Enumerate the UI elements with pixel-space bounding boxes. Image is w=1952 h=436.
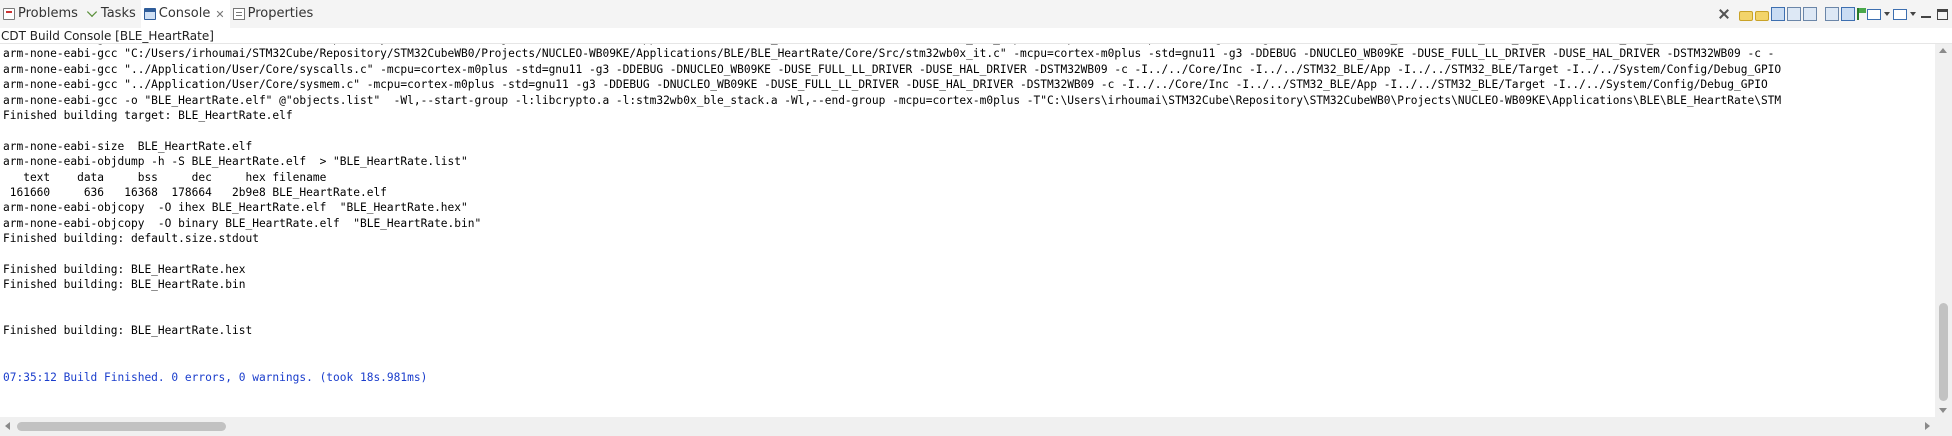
console-line: 07:35:12 Build Finished. 0 errors, 0 war… bbox=[3, 370, 428, 384]
console-line: Finished building: BLE_HeartRate.bin bbox=[3, 278, 246, 292]
vertical-scroll-thumb[interactable] bbox=[1939, 303, 1948, 401]
console-icon bbox=[143, 8, 156, 20]
console-line: arm-none-eabi-objdump -h -S BLE_HeartRat… bbox=[3, 155, 468, 169]
scroll-up-arrow-icon[interactable] bbox=[1939, 48, 1947, 53]
tab-console[interactable]: Console ✕ bbox=[140, 0, 230, 28]
maximize-icon[interactable] bbox=[1937, 8, 1948, 20]
pin-console-icon[interactable] bbox=[1857, 8, 1866, 20]
clear-console-icon[interactable] bbox=[1717, 7, 1731, 21]
view-tab-bar: Problems Tasks Console ✕ Properties bbox=[0, 0, 1952, 28]
console-line: arm-none-eabi-size BLE_HeartRate.elf bbox=[3, 139, 259, 153]
tab-tasks-label: Tasks bbox=[100, 6, 136, 21]
tab-properties-label: Properties bbox=[247, 6, 314, 21]
scroll-left-arrow-icon[interactable] bbox=[5, 422, 10, 430]
copy-build-log-icon[interactable] bbox=[1803, 7, 1817, 21]
view-menu-icon[interactable] bbox=[1909, 7, 1917, 21]
tab-problems-label: Problems bbox=[18, 6, 78, 21]
scroll-lock-icon[interactable] bbox=[1739, 11, 1753, 21]
console-line: text data bss dec hex filename bbox=[3, 170, 327, 184]
tasks-icon bbox=[86, 6, 98, 18]
console-toolbar bbox=[1717, 4, 1948, 24]
tab-tasks[interactable]: Tasks bbox=[83, 0, 141, 28]
console-line: Finished building target: BLE_HeartRate.… bbox=[3, 108, 293, 122]
word-wrap-icon[interactable] bbox=[1755, 11, 1769, 21]
properties-icon bbox=[232, 8, 245, 20]
console-line: arm-none-eabi-gcc "../Application/User/C… bbox=[3, 62, 1782, 76]
new-console-view-icon[interactable] bbox=[1893, 8, 1907, 20]
show-console-on-error-icon[interactable] bbox=[1787, 7, 1801, 21]
scroll-right-arrow-icon[interactable] bbox=[1925, 422, 1930, 430]
console-line: arm-none-eabi-objcopy -O ihex BLE_HeartR… bbox=[3, 201, 468, 215]
show-console-on-output-icon[interactable] bbox=[1771, 7, 1785, 21]
horizontal-scroll-thumb[interactable] bbox=[17, 422, 226, 431]
open-console-icon[interactable] bbox=[1867, 8, 1881, 20]
console-line: Finished building: BLE_HeartRate.list bbox=[3, 324, 253, 338]
console-output[interactable]: arm-none-eabi-gcc "C:/Users/irhoumai/STM… bbox=[0, 44, 1935, 417]
minimize-icon[interactable] bbox=[1919, 7, 1933, 21]
console-line: arm-none-eabi-gcc "../Application/User/C… bbox=[3, 78, 1768, 92]
scroll-down-arrow-icon[interactable] bbox=[1939, 408, 1947, 413]
vertical-scrollbar[interactable] bbox=[1935, 44, 1952, 417]
display-selected-console-icon[interactable] bbox=[1841, 7, 1855, 21]
tab-problems[interactable]: Problems bbox=[0, 0, 83, 28]
pin-console-icon-box[interactable] bbox=[1825, 7, 1839, 21]
tab-console-label: Console bbox=[158, 6, 211, 21]
tab-properties[interactable]: Properties bbox=[230, 0, 319, 28]
console-line: arm-none-eabi-gcc -o "BLE_HeartRate.elf"… bbox=[3, 93, 1782, 107]
console-line: arm-none-eabi-gcc "C:/Users/irhoumai/STM… bbox=[3, 47, 1775, 61]
console-line: arm-none-eabi-objcopy -O binary BLE_Hear… bbox=[3, 216, 482, 230]
horizontal-scrollbar[interactable] bbox=[0, 417, 1935, 436]
console-line: Finished building: default.size.stdout bbox=[3, 232, 259, 246]
scrollbar-corner bbox=[1935, 417, 1952, 436]
close-icon[interactable]: ✕ bbox=[215, 8, 224, 21]
chevron-down-icon[interactable] bbox=[1883, 7, 1891, 21]
console-text[interactable]: arm-none-eabi-gcc "C:/Users/irhoumai/STM… bbox=[3, 44, 1781, 385]
console-title: CDT Build Console [BLE_HeartRate] bbox=[0, 28, 1952, 44]
problems-icon bbox=[3, 8, 15, 20]
console-line: 161660 636 16368 178664 2b9e8 BLE_HeartR… bbox=[3, 185, 387, 199]
console-line: Finished building: BLE_HeartRate.hex bbox=[3, 262, 246, 276]
